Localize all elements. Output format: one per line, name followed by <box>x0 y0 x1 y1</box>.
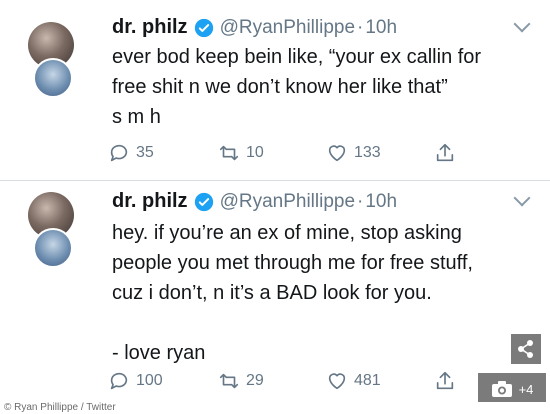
tweet-header: dr. philz @RyanPhillippe · 10h <box>112 16 397 39</box>
tweet-text: ever bod keep bein like, “your ex callin… <box>112 42 532 132</box>
reply-count: 35 <box>136 144 154 161</box>
like-button[interactable]: 133 <box>326 142 381 164</box>
tweet-actions: 35 10 133 <box>108 142 468 166</box>
separator-dot: · <box>357 16 364 38</box>
retweet-icon <box>219 145 239 161</box>
share-icon <box>436 143 454 162</box>
tweet-line: s m h <box>112 106 161 128</box>
heart-icon <box>328 145 346 162</box>
share-nodes-icon <box>518 340 533 358</box>
tweet-line: ever bod keep bein like, “your ex callin… <box>112 46 482 68</box>
tweet-2[interactable] <box>0 181 550 403</box>
verified-badge-icon <box>194 18 213 37</box>
tweet-1[interactable]: dr. philz @RyanPhillippe · 10h ever bod … <box>0 0 550 181</box>
display-name[interactable]: dr. philz <box>112 16 188 39</box>
like-count: 133 <box>354 144 381 161</box>
reply-button[interactable]: 35 <box>108 142 154 164</box>
image-credit: © Ryan Phillippe / Twitter <box>0 402 550 414</box>
secondary-avatar <box>33 58 73 98</box>
camera-icon <box>491 381 512 397</box>
share-overlay-button[interactable] <box>511 334 541 364</box>
reply-icon <box>110 144 128 162</box>
share-button[interactable] <box>434 142 462 164</box>
timestamp[interactable]: 10h <box>365 17 397 39</box>
retweet-count: 10 <box>246 144 264 161</box>
photo-count: +4 <box>518 381 534 397</box>
tweet-line: free shit n we don’t know her like that” <box>112 76 448 98</box>
chevron-down-icon[interactable] <box>513 15 531 33</box>
photo-gallery-button[interactable]: +4 <box>478 373 546 405</box>
retweet-button[interactable]: 10 <box>218 142 264 164</box>
user-handle[interactable]: @RyanPhillippe <box>220 17 355 39</box>
